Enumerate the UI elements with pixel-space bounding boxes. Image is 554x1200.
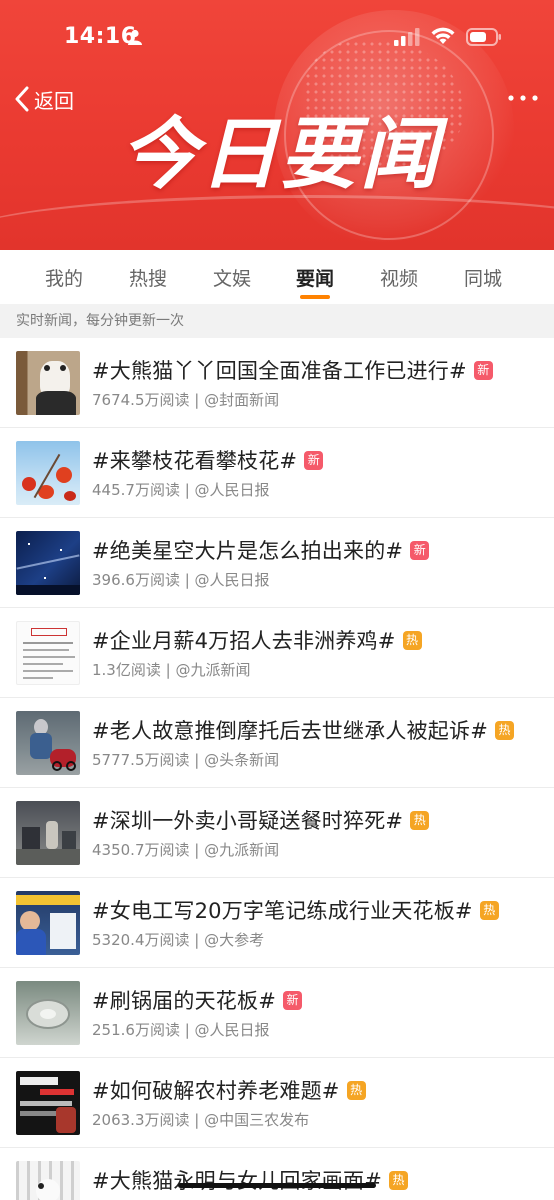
cellular-signal-icon [394, 28, 420, 46]
hot-badge: 热 [402, 630, 422, 650]
header-banner: 14:16 返回 今日要闻 [0, 0, 554, 250]
source-name: @人民日报 [194, 481, 270, 499]
home-indicator[interactable] [178, 1183, 376, 1188]
thumbnail-image [16, 1161, 80, 1200]
thumbnail-image [16, 621, 80, 685]
tab-mine[interactable]: 我的 [45, 264, 83, 291]
source-name: @九派新闻 [204, 841, 280, 859]
more-options-icon[interactable] [506, 86, 540, 110]
news-title: #如何破解农村养老难题# [92, 1079, 340, 1103]
thumbnail-image [16, 891, 80, 955]
news-meta: 7674.5万阅读 | @封面新闻 [92, 391, 280, 409]
news-meta: 4350.7万阅读 | @九派新闻 [92, 841, 280, 859]
hot-badge: 热 [346, 1080, 366, 1100]
source-name: @九派新闻 [175, 661, 251, 679]
news-list: #大熊猫丫丫回国全面准备工作已进行# 新 7674.5万阅读 | @封面新闻 #… [0, 338, 554, 1200]
new-badge: 新 [473, 360, 493, 380]
status-bar: 14:16 [0, 0, 554, 76]
source-name: @人民日报 [194, 1021, 270, 1039]
wave-decoration [0, 195, 554, 250]
chevron-left-icon [15, 86, 29, 112]
tab-video[interactable]: 视频 [380, 264, 418, 291]
news-row[interactable]: #大熊猫丫丫回国全面准备工作已进行# 新 7674.5万阅读 | @封面新闻 [0, 338, 554, 428]
news-title: #老人故意推倒摩托后去世继承人被起诉# [92, 719, 488, 743]
news-row[interactable]: #如何破解农村养老难题# 热 2063.3万阅读 | @中国三农发布 [0, 1058, 554, 1148]
read-count: 7674.5万阅读 [92, 391, 190, 409]
tab-hot-search[interactable]: 热搜 [129, 264, 167, 291]
news-title: #绝美星空大片是怎么拍出来的# [92, 539, 404, 563]
thumbnail-image [16, 531, 80, 595]
read-count: 4350.7万阅读 [92, 841, 190, 859]
news-title: #深圳一外卖小哥疑送餐时猝死# [92, 809, 404, 833]
active-tab-indicator [300, 295, 330, 299]
category-tabs: 我的 热搜 文娱 要闻 视频 同城 [0, 250, 554, 304]
news-meta: 2063.3万阅读 | @中国三农发布 [92, 1111, 310, 1129]
news-title: #企业月薪4万招人去非洲养鸡# [92, 629, 396, 653]
source-name: @人民日报 [194, 571, 270, 589]
news-title: #大熊猫丫丫回国全面准备工作已进行# [92, 359, 467, 383]
source-name: @大参考 [204, 931, 265, 949]
read-count: 1.3亿阅读 [92, 661, 161, 679]
hot-badge: 热 [389, 1170, 408, 1190]
news-row[interactable]: #女电工写20万字笔记练成行业天花板# 热 5320.4万阅读 | @大参考 [0, 878, 554, 968]
hot-badge: 热 [479, 900, 499, 920]
news-title: #刷锅届的天花板# [92, 989, 276, 1013]
news-row[interactable]: #来攀枝花看攀枝花# 新 445.7万阅读 | @人民日报 [0, 428, 554, 518]
banner-title: 今日要闻 [120, 110, 441, 200]
news-row[interactable]: #绝美星空大片是怎么拍出来的# 新 396.6万阅读 | @人民日报 [0, 518, 554, 608]
wifi-icon [431, 27, 455, 44]
news-meta: 251.6万阅读 | @人民日报 [92, 1021, 270, 1039]
read-count: 5777.5万阅读 [92, 751, 190, 769]
thumbnail-image [16, 801, 80, 865]
news-row[interactable]: #深圳一外卖小哥疑送餐时猝死# 热 4350.7万阅读 | @九派新闻 [0, 788, 554, 878]
read-count: 5320.4万阅读 [92, 931, 190, 949]
person-icon [128, 29, 142, 45]
back-label: 返回 [34, 88, 74, 113]
news-meta: 396.6万阅读 | @人民日报 [92, 571, 270, 589]
news-title: #女电工写20万字笔记练成行业天花板# [92, 899, 473, 923]
news-meta: 1.3亿阅读 | @九派新闻 [92, 661, 251, 679]
source-name: @中国三农发布 [204, 1111, 310, 1129]
hot-badge: 热 [410, 810, 430, 830]
tab-local[interactable]: 同城 [464, 264, 502, 291]
thumbnail-image [16, 351, 80, 415]
back-button[interactable]: 返回 [14, 82, 74, 116]
news-title: #来攀枝花看攀枝花# [92, 449, 298, 473]
thumbnail-image [16, 441, 80, 505]
thumbnail-image [16, 981, 80, 1045]
news-row[interactable]: #企业月薪4万招人去非洲养鸡# 热 1.3亿阅读 | @九派新闻 [0, 608, 554, 698]
source-name: @封面新闻 [204, 391, 280, 409]
battery-icon [466, 28, 501, 46]
news-title: #大熊猫永明与女儿回家画面# [92, 1169, 382, 1193]
news-row[interactable]: #刷锅届的天花板# 新 251.6万阅读 | @人民日报 [0, 968, 554, 1058]
new-badge: 新 [410, 540, 430, 560]
source-name: @头条新闻 [204, 751, 280, 769]
news-row[interactable]: #老人故意推倒摩托后去世继承人被起诉# 热 5777.5万阅读 | @头条新闻 [0, 698, 554, 788]
news-meta: 5777.5万阅读 | @头条新闻 [92, 751, 280, 769]
read-count: 2063.3万阅读 [92, 1111, 190, 1129]
news-meta: 445.7万阅读 | @人民日报 [92, 481, 270, 499]
news-meta: 5320.4万阅读 | @大参考 [92, 931, 265, 949]
new-badge: 新 [304, 450, 324, 470]
update-notice: 实时新闻，每分钟更新一次 [0, 304, 554, 338]
read-count: 251.6万阅读 [92, 1021, 180, 1039]
thumbnail-image [16, 1071, 80, 1135]
tab-headlines[interactable]: 要闻 [296, 264, 334, 291]
tab-entertainment[interactable]: 文娱 [213, 264, 251, 291]
news-row[interactable]: #大熊猫永明与女儿回家画面# 热 [0, 1148, 554, 1200]
read-count: 445.7万阅读 [92, 481, 180, 499]
read-count: 396.6万阅读 [92, 571, 180, 589]
thumbnail-image [16, 711, 80, 775]
status-time: 14:16 [64, 24, 137, 49]
new-badge: 新 [283, 990, 302, 1010]
hot-badge: 热 [495, 720, 514, 740]
